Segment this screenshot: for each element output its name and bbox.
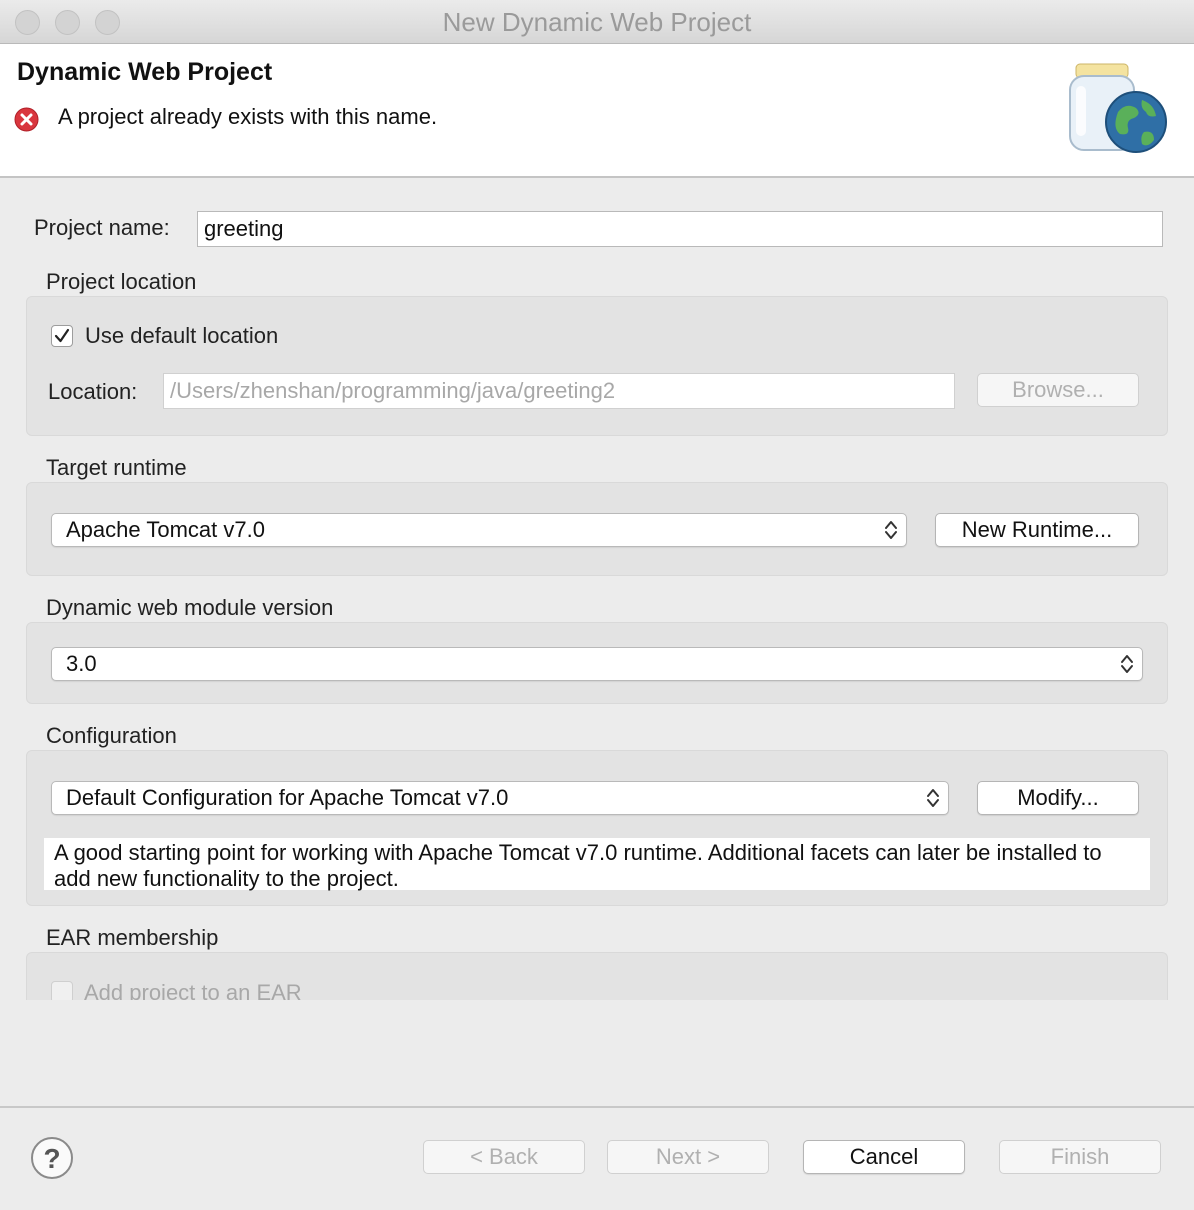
module-version-label: Dynamic web module version bbox=[46, 595, 334, 620]
add-to-ear-label: Add project to an EAR bbox=[84, 980, 302, 1000]
finish-button[interactable]: Finish bbox=[999, 1140, 1161, 1174]
web-project-jar-icon bbox=[1069, 63, 1167, 153]
browse-button[interactable]: Browse... bbox=[977, 373, 1139, 407]
up-down-chevron-icon bbox=[927, 789, 939, 807]
use-default-location-label: Use default location bbox=[85, 323, 279, 348]
error-icon bbox=[14, 107, 39, 132]
configuration-select[interactable]: Default Configuration for Apache Tomcat … bbox=[51, 781, 949, 815]
modify-button[interactable]: Modify... bbox=[977, 781, 1139, 815]
configuration-value: Default Configuration for Apache Tomcat … bbox=[66, 785, 509, 810]
project-location-group bbox=[26, 296, 1168, 436]
window-title: New Dynamic Web Project bbox=[442, 7, 752, 37]
location-input[interactable]: /Users/zhenshan/programming/java/greetin… bbox=[163, 373, 955, 409]
add-to-ear-checkbox[interactable] bbox=[51, 981, 73, 1000]
target-runtime-label: Target runtime bbox=[46, 455, 187, 480]
ear-membership-clip: Add project to an EAR bbox=[26, 980, 1168, 1000]
footer-divider bbox=[0, 1106, 1194, 1108]
configuration-description: A good starting point for working with A… bbox=[44, 838, 1150, 891]
module-version-value: 3.0 bbox=[66, 651, 97, 676]
location-label: Location: bbox=[48, 379, 138, 404]
up-down-chevron-icon bbox=[1121, 655, 1133, 673]
page-title: Dynamic Web Project bbox=[17, 58, 273, 86]
cancel-button[interactable]: Cancel bbox=[803, 1140, 965, 1174]
project-name-label: Project name: bbox=[34, 215, 170, 240]
configuration-label: Configuration bbox=[46, 723, 177, 748]
project-location-label: Project location bbox=[46, 269, 197, 294]
checkmark-icon bbox=[54, 328, 70, 343]
project-name-input[interactable]: greeting bbox=[197, 211, 1163, 247]
target-runtime-value: Apache Tomcat v7.0 bbox=[66, 517, 265, 542]
error-message: A project already exists with this name. bbox=[58, 104, 438, 129]
up-down-chevron-icon bbox=[885, 521, 897, 539]
ear-membership-label: EAR membership bbox=[46, 925, 219, 950]
use-default-location-checkbox[interactable] bbox=[51, 325, 73, 347]
module-version-select[interactable]: 3.0 bbox=[51, 647, 1143, 681]
target-runtime-select[interactable]: Apache Tomcat v7.0 bbox=[51, 513, 907, 547]
back-button[interactable]: < Back bbox=[423, 1140, 585, 1174]
help-icon[interactable]: ? bbox=[31, 1137, 73, 1179]
new-runtime-button[interactable]: New Runtime... bbox=[935, 513, 1139, 547]
next-button[interactable]: Next > bbox=[607, 1140, 769, 1174]
